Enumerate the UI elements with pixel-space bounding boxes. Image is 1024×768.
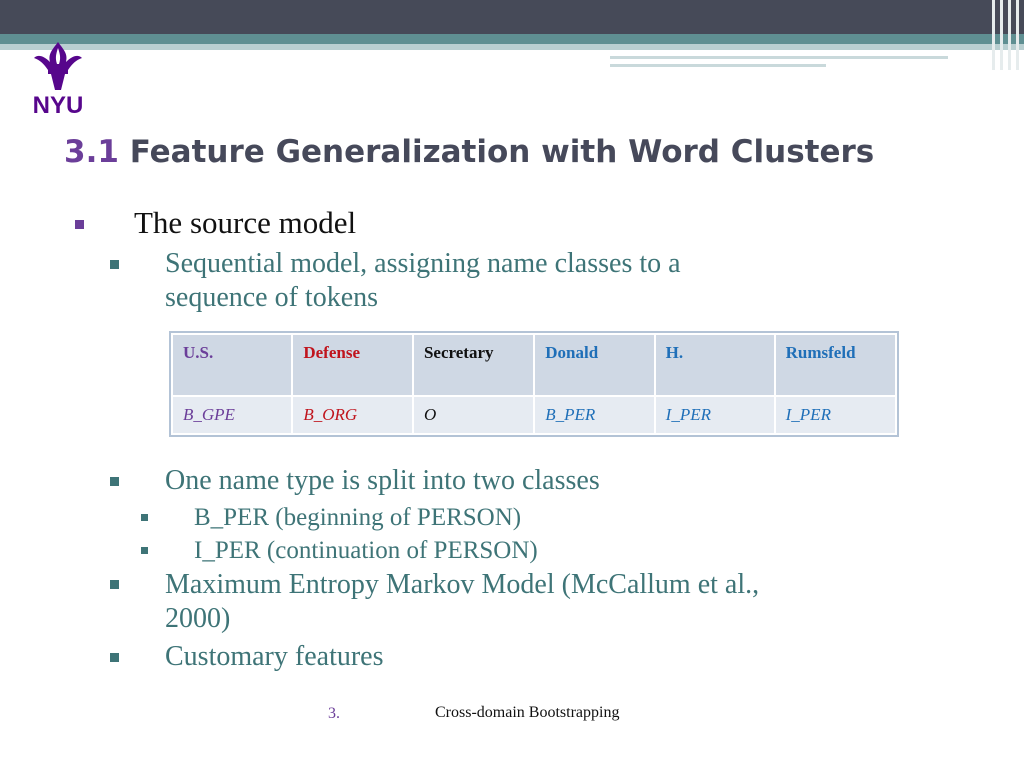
- header-decoration-line: [610, 64, 826, 67]
- bullet-i-per: I_PER (continuation of PERSON): [194, 537, 538, 564]
- table-row-tokens: U.S. Defense Secretary Donald H. Rumsfel…: [170, 333, 898, 397]
- bullet-square-icon: [75, 220, 84, 229]
- bullet-source-model: The source model: [134, 205, 357, 240]
- header-bar-light: [0, 44, 1024, 50]
- token-cell: H.: [653, 333, 776, 397]
- bullet-memm-line1: Maximum Entropy Markov Model (McCallum e…: [165, 569, 760, 600]
- token-cell: Rumsfeld: [773, 333, 898, 397]
- header-bar-dark: [0, 0, 1024, 34]
- bullet-square-icon: [141, 547, 148, 554]
- bullet-name-type-split: One name type is split into two classes: [165, 465, 600, 496]
- token-cell: U.S.: [170, 333, 294, 397]
- nyu-logo-text: NYU: [32, 92, 84, 119]
- slide-title: 3.1 Feature Generalization with Word Clu…: [64, 134, 874, 170]
- tag-cell: O: [411, 395, 536, 435]
- tag-cell: I_PER: [653, 395, 776, 435]
- header-stripes: [988, 0, 1024, 70]
- table-row-tags: B_GPE B_ORG O B_PER I_PER I_PER: [170, 395, 898, 435]
- tag-cell: B_GPE: [170, 395, 294, 435]
- footer-text: Cross-domain Bootstrapping: [435, 704, 620, 721]
- section-number: 3.1: [64, 134, 119, 170]
- header-decoration-line: [610, 56, 948, 59]
- token-cell: Defense: [291, 333, 414, 397]
- token-cell: Donald: [533, 333, 656, 397]
- torch-icon: [34, 42, 82, 90]
- title-text: Feature Generalization with Word Cluster…: [129, 134, 875, 170]
- bullet-memm-line2: 2000): [165, 603, 231, 634]
- tag-cell: B_ORG: [291, 395, 414, 435]
- bullet-square-icon: [110, 580, 119, 589]
- bullet-sequential-model-line2: sequence of tokens: [165, 282, 379, 313]
- bullet-square-icon: [110, 260, 119, 269]
- bullet-square-icon: [110, 477, 119, 486]
- bullet-square-icon: [110, 653, 119, 662]
- bullet-square-icon: [141, 514, 148, 521]
- nyu-logo: NYU: [26, 40, 90, 124]
- tag-cell: I_PER: [773, 395, 898, 435]
- token-cell: Secretary: [411, 333, 536, 397]
- bullet-sequential-model-line1: Sequential model, assigning name classes…: [165, 248, 681, 279]
- bullet-b-per: B_PER (beginning of PERSON): [194, 504, 522, 531]
- bullet-customary-features: Customary features: [165, 641, 384, 672]
- slide-number: 3.: [328, 705, 340, 722]
- token-tag-table: U.S. Defense Secretary Donald H. Rumsfel…: [169, 331, 899, 437]
- header-bar-teal: [0, 34, 1024, 44]
- tag-cell: B_PER: [533, 395, 656, 435]
